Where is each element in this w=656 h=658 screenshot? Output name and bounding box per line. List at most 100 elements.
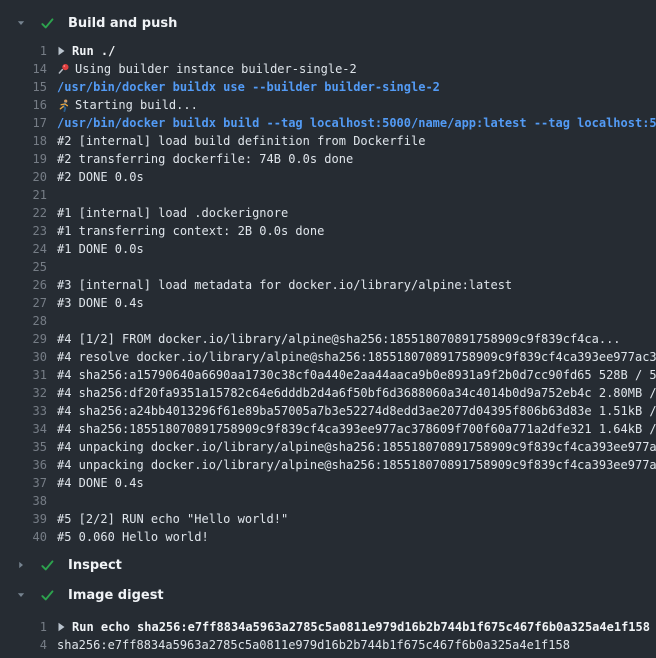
line-number[interactable]: 37: [0, 474, 47, 492]
log-line: 39#5 [2/2] RUN echo "Hello world!": [0, 510, 656, 528]
log-text: Starting build...: [57, 96, 198, 114]
line-number[interactable]: 23: [0, 222, 47, 240]
log-line: 31 #4 sha256:a15790640a6690aa1730c38cf0a4…: [0, 366, 656, 384]
log-text-content: #4 sha256:185518070891758909c9f839cf4ca3…: [57, 420, 656, 438]
line-number[interactable]: 22: [0, 204, 47, 222]
expand-arrow-icon[interactable]: [57, 622, 66, 632]
log-text-content: #5 0.060 Hello world!: [57, 528, 209, 546]
line-number[interactable]: 16: [0, 96, 47, 114]
log-line: 29 #4 [1/2] FROM docker.io/library/alpine…: [0, 330, 656, 348]
log-line: 17/usr/bin/docker buildx build --tag loc…: [0, 114, 656, 132]
line-number[interactable]: 33: [0, 402, 47, 420]
log-text: #4 sha256:a24bb4013296f61e89ba57005a7b3e…: [57, 402, 656, 420]
log-line: 24 #1 DONE 0.0s: [0, 240, 656, 258]
expand-arrow-icon[interactable]: [57, 46, 66, 56]
log-line: 21: [0, 186, 656, 204]
log-text: #4 resolve docker.io/library/alpine@sha2…: [57, 348, 656, 366]
check-icon: [40, 558, 56, 573]
log-text: #4 DONE 0.4s: [57, 474, 144, 492]
log-text: /usr/bin/docker buildx build --tag local…: [57, 114, 656, 132]
log-line: 30 #4 resolve docker.io/library/alpine@sh…: [0, 348, 656, 366]
log-text-content: #4 sha256:a15790640a6690aa1730c38cf0a440…: [57, 366, 656, 384]
log-line: 15/usr/bin/docker buildx use --builder b…: [0, 78, 656, 96]
log-line: 1 Run echo sha256:e7ff8834a5963a2785c5a08…: [0, 618, 656, 636]
line-number[interactable]: 32: [0, 384, 47, 402]
line-number[interactable]: 15: [0, 78, 47, 96]
log-text-content: #2 [internal] load build definition from…: [57, 132, 425, 150]
log-line: 38: [0, 492, 656, 510]
chevron-right-icon[interactable]: [16, 560, 28, 570]
log-text: #4 sha256:df20fa9351a15782c64e6dddb2d4a6…: [57, 384, 656, 402]
log-text: #2 [internal] load build definition from…: [57, 132, 425, 150]
line-number[interactable]: 17: [0, 114, 47, 132]
line-number[interactable]: 21: [0, 186, 47, 204]
log-text: #4 unpacking docker.io/library/alpine@sh…: [57, 456, 656, 474]
section-title: Build and push: [68, 16, 177, 31]
line-number[interactable]: 19: [0, 150, 47, 168]
log-line: 27 #3 DONE 0.4s: [0, 294, 656, 312]
log-text-content: Run echo sha256:e7ff8834a5963a2785c5a081…: [72, 618, 650, 636]
chevron-down-icon[interactable]: [16, 590, 28, 600]
log-text: Using builder instance builder-single-2: [57, 60, 357, 78]
log-text-content: sha256:e7ff8834a5963a2785c5a0811e979d16b…: [57, 636, 570, 654]
log-text-content: #4 sha256:a24bb4013296f61e89ba57005a7b3e…: [57, 402, 656, 420]
log-line: 37 #4 DONE 0.4s: [0, 474, 656, 492]
log-text: sha256:e7ff8834a5963a2785c5a0811e979d16b…: [57, 636, 570, 654]
line-number[interactable]: 14: [0, 60, 47, 78]
log-text-content: #4 DONE 0.4s: [57, 474, 144, 492]
log-text: #3 [internal] load metadata for docker.i…: [57, 276, 512, 294]
log-text-content: #1 DONE 0.0s: [57, 240, 144, 258]
line-number[interactable]: 34: [0, 420, 47, 438]
log-text-content: #2 transferring dockerfile: 74B 0.0s don…: [57, 150, 353, 168]
line-number[interactable]: 40: [0, 528, 47, 546]
log-line: 19 #2 transferring dockerfile: 74B 0.0s d…: [0, 150, 656, 168]
log-text-content: #4 unpacking docker.io/library/alpine@sh…: [57, 438, 656, 456]
line-number[interactable]: 38: [0, 492, 47, 510]
line-number[interactable]: 26: [0, 276, 47, 294]
line-number[interactable]: 36: [0, 456, 47, 474]
log-line: 35 #4 unpacking docker.io/library/alpine@…: [0, 438, 656, 456]
log-text: #4 [1/2] FROM docker.io/library/alpine@s…: [57, 330, 621, 348]
line-number[interactable]: 1: [0, 42, 47, 60]
check-icon: [40, 588, 56, 603]
log-text: /usr/bin/docker buildx use --builder bui…: [57, 78, 440, 96]
line-number[interactable]: 28: [0, 312, 47, 330]
log-line: 26 #3 [internal] load metadata for docker…: [0, 276, 656, 294]
line-number[interactable]: 31: [0, 366, 47, 384]
log-text-content: Starting build...: [75, 96, 198, 114]
line-number[interactable]: 29: [0, 330, 47, 348]
line-number[interactable]: 24: [0, 240, 47, 258]
log-text-content: #3 [internal] load metadata for docker.i…: [57, 276, 512, 294]
line-number[interactable]: 30: [0, 348, 47, 366]
line-number[interactable]: 18: [0, 132, 47, 150]
log-line: 22 #1 [internal] load .dockerignore: [0, 204, 656, 222]
log-line: 23#1 transferring context: 2B 0.0s done: [0, 222, 656, 240]
log-text: #1 [internal] load .dockerignore: [57, 204, 288, 222]
line-number[interactable]: 27: [0, 294, 47, 312]
line-number[interactable]: 35: [0, 438, 47, 456]
log-line: 33 #4 sha256:a24bb4013296f61e89ba57005a7b…: [0, 402, 656, 420]
line-number[interactable]: 1: [0, 618, 47, 636]
pushpin-icon: [57, 63, 70, 76]
line-number[interactable]: 4: [0, 636, 47, 654]
log-line: 1Run ./: [0, 42, 656, 60]
section-title: Inspect: [68, 558, 122, 573]
log-text-content: #4 [1/2] FROM docker.io/library/alpine@s…: [57, 330, 621, 348]
log-text: #1 DONE 0.0s: [57, 240, 144, 258]
log-text-content: /usr/bin/docker buildx build --tag local…: [57, 114, 656, 132]
log-text-content: #4 resolve docker.io/library/alpine@sha2…: [57, 348, 656, 366]
log-line: 20#2 DONE 0.0s: [0, 168, 656, 186]
line-number[interactable]: 25: [0, 258, 47, 276]
log-text-content: #4 unpacking docker.io/library/alpine@sh…: [57, 456, 656, 474]
runner-icon: [57, 99, 70, 112]
section-header-inspect[interactable]: Inspect: [0, 550, 656, 580]
log-line: 32 #4 sha256:df20fa9351a15782c64e6dddb2d4…: [0, 384, 656, 402]
line-number[interactable]: 20: [0, 168, 47, 186]
chevron-down-icon[interactable]: [16, 18, 28, 28]
log-line: 4 sha256:e7ff8834a5963a2785c5a0811e979d16…: [0, 636, 656, 654]
section-header-build-and-push[interactable]: Build and push: [0, 8, 656, 38]
line-number[interactable]: 39: [0, 510, 47, 528]
log-text: #3 DONE 0.4s: [57, 294, 144, 312]
log-text-content: Using builder instance builder-single-2: [75, 60, 357, 78]
section-header-image-digest[interactable]: Image digest: [0, 580, 656, 610]
